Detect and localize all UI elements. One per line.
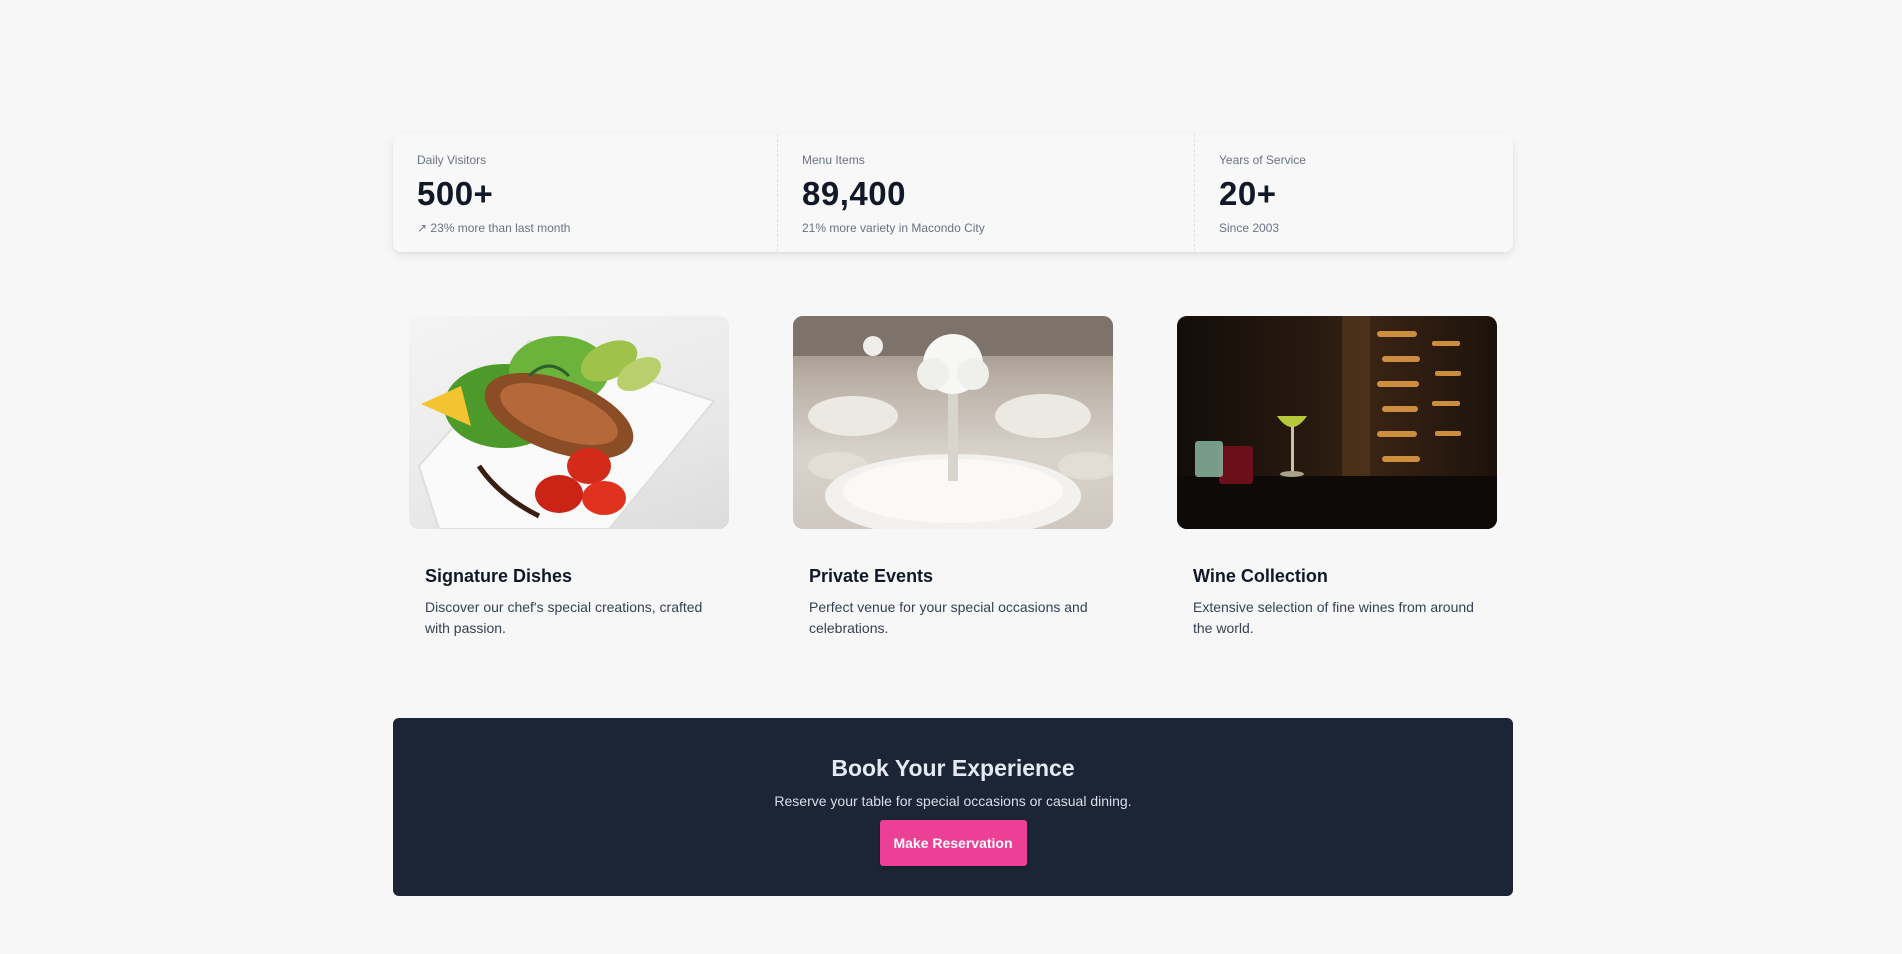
stat-value: 500+ [417,175,494,212]
stat-description: ↗ 23% more than last month [417,221,571,235]
stat-title: Years of Service [1219,153,1306,167]
card-title: Wine Collection [1193,566,1328,586]
make-reservation-button[interactable]: Make Reservation [879,820,1027,866]
feature-card-signature-dishes: Signature Dishes Discover our chef's spe… [409,316,729,639]
cta-description: Reserve your table for special occasions… [774,793,1132,809]
booking-cta: Book Your Experience Reserve your table … [393,718,1513,896]
stat-daily-visitors: Daily Visitors 500+ ↗ 23% more than last… [393,134,777,252]
stat-value: 20+ [1219,175,1277,212]
stat-years-of-service: Years of Service 20+ Since 2003 [1194,134,1513,252]
stat-title: Daily Visitors [417,153,487,167]
card-description: Perfect venue for your special occasions… [809,599,1088,636]
card-description: Discover our chef's special creations, c… [425,599,703,636]
cta-title: Book Your Experience [831,755,1075,781]
feature-card-private-events: Private Events Perfect venue for your sp… [793,316,1113,639]
stat-description: Since 2003 [1219,221,1280,235]
wine-collection-image [1177,316,1497,529]
feature-card-wine-collection: Wine Collection Extensive selection of f… [1177,316,1497,639]
stat-description: 21% more variety in Macondo City [802,221,985,235]
private-events-image [793,316,1113,529]
card-title: Signature Dishes [425,566,573,586]
card-description: Extensive selection of fine wines from a… [1193,599,1474,636]
stat-menu-items: Menu Items 89,400 21% more variety in Ma… [777,134,1194,252]
stats-card: Daily Visitors 500+ ↗ 23% more than last… [393,134,1513,252]
page: Daily Visitors 500+ ↗ 23% more than last… [0,0,1902,954]
stat-title: Menu Items [802,153,865,167]
card-title: Private Events [809,566,934,586]
signature-dish-image [409,316,729,529]
stat-value: 89,400 [802,175,906,212]
